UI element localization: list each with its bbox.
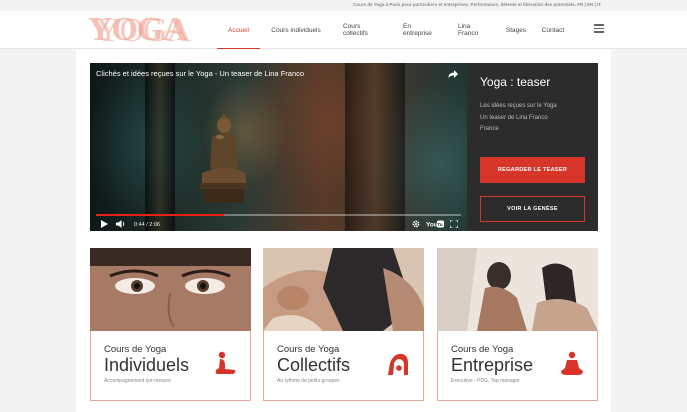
card-collectifs-kicker: Cours de Yoga <box>277 344 340 355</box>
teaser-panel: Yoga : teaser Les idées reçues sur le Yo… <box>467 63 598 231</box>
view-genesis-button[interactable]: VOIR LA GENÈSE <box>480 196 585 222</box>
card-entreprise-caption: Cours de Yoga Entreprise Executive - PDG… <box>437 331 598 401</box>
card-collectifs-caption: Cours de Yoga Collectifs Au rythme de pe… <box>263 331 424 401</box>
fullscreen-icon[interactable] <box>450 220 458 228</box>
card-collectifs-image <box>263 248 424 331</box>
eyes-photo <box>90 248 251 331</box>
lotus-pose-icon <box>561 351 583 375</box>
settings-gear-icon[interactable] <box>412 220 420 228</box>
card-individuels-image <box>90 248 251 331</box>
svg-text:You: You <box>426 222 438 229</box>
nav-item-stages[interactable]: Stages <box>497 11 535 49</box>
top-info-bar: Cours de Yoga à Paris pour particuliers … <box>0 0 687 11</box>
backbend-pose-icon <box>388 353 408 375</box>
video-pillar-right <box>345 63 405 231</box>
site-logo[interactable]: YOGA YOGA <box>88 12 198 49</box>
nav-item-accueil[interactable]: Accueil <box>217 11 260 50</box>
card-collectifs[interactable]: Cours de Yoga Collectifs Au rythme de pe… <box>263 248 424 401</box>
site-header: YOGA YOGA Accueil Cours individuels Cour… <box>0 11 687 50</box>
teaser-line-2: Un teaser de Lina Franco <box>480 114 548 121</box>
video-time: 0:44 / 2:06 <box>134 222 160 228</box>
card-individuels-subtitle: Accompagnement sur-mesure <box>104 378 171 384</box>
card-entreprise-image <box>437 248 598 331</box>
share-icon[interactable] <box>447 68 459 80</box>
corporate-class-photo <box>437 248 598 331</box>
hamburger-menu-icon[interactable] <box>594 24 604 34</box>
logo-text-shadow: YOGA <box>96 12 191 49</box>
teaser-heading: Yoga : teaser <box>480 75 551 89</box>
card-individuels-kicker: Cours de Yoga <box>104 344 167 355</box>
video-player[interactable]: Clichés et idées reçues sur le Yoga - Un… <box>90 63 467 231</box>
video-progress-fill <box>96 214 224 216</box>
nav-item-cours-collectifs[interactable]: Cours collectifs <box>332 11 392 49</box>
nav-item-contact[interactable]: Contact <box>535 11 571 49</box>
card-individuels-title: Individuels <box>104 355 190 375</box>
video-title[interactable]: Clichés et idées reçues sur le Yoga - Un… <box>96 69 304 78</box>
volume-icon[interactable] <box>116 220 126 228</box>
svg-text:Tu: Tu <box>437 222 442 227</box>
card-entreprise[interactable]: Cours de Yoga Entreprise Executive - PDG… <box>437 248 598 401</box>
main-nav: Accueil Cours individuels Cours collecti… <box>217 11 571 50</box>
video-progress-bar[interactable] <box>96 214 461 216</box>
teaser-description: Les idées reçues sur le Yoga Un teaser d… <box>480 101 557 136</box>
card-individuels-caption: Cours de Yoga Individuels Accompagnement… <box>90 331 251 401</box>
card-individuels[interactable]: Cours de Yoga Individuels Accompagnement… <box>90 248 251 401</box>
buddha-statue-image <box>200 113 248 203</box>
top-info-text: Cours de Yoga à Paris pour particuliers … <box>353 2 601 7</box>
seated-pose-icon <box>215 351 236 374</box>
card-collectifs-subtitle: Au rythme de petits groupes <box>277 378 340 384</box>
teaser-line-1: Les idées reçues sur le Yoga <box>480 103 557 109</box>
video-pillar-left <box>145 63 175 231</box>
group-class-photo <box>263 248 424 331</box>
nav-item-lina-franco[interactable]: Lina Franco <box>447 11 497 49</box>
play-icon[interactable] <box>100 220 108 228</box>
watch-teaser-button[interactable]: REGARDER LE TEASER <box>480 157 585 183</box>
nav-item-en-entreprise[interactable]: En entreprise <box>392 11 447 49</box>
youtube-logo-icon[interactable]: You Tu <box>426 220 444 228</box>
nav-item-cours-individuels[interactable]: Cours individuels <box>260 11 332 49</box>
video-controls: 0:44 / 2:06 You Tu <box>90 217 467 231</box>
card-collectifs-title: Collectifs <box>277 355 351 375</box>
card-entreprise-kicker: Cours de Yoga <box>451 344 514 355</box>
teaser-line-3: France <box>480 126 499 132</box>
card-entreprise-title: Entreprise <box>451 355 534 375</box>
card-entreprise-subtitle: Executive - PDG, Top manager <box>451 378 520 384</box>
